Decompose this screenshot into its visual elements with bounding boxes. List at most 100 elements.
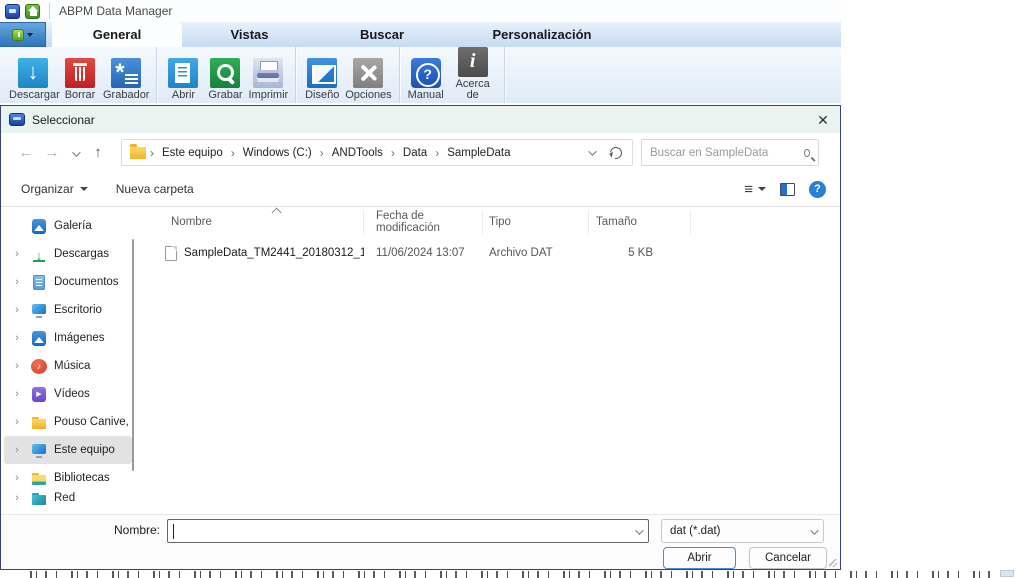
- diseno-button[interactable]: Diseño: [301, 58, 343, 101]
- tab-list: GeneralVistasBuscarPersonalización: [52, 22, 637, 47]
- ribbon-button-label: Acerca de: [449, 79, 497, 101]
- table-row[interactable]: SampleData_TM2441_20180312_103004.dat11/…: [141, 240, 840, 266]
- sidebar-item-este-equipo[interactable]: › Este equipo: [4, 436, 132, 464]
- breadcrumb-item-data[interactable]: Data: [397, 143, 433, 163]
- home-icon[interactable]: [25, 4, 40, 19]
- breadcrumb-item-windows-c[interactable]: Windows (C:): [237, 143, 318, 163]
- back-button[interactable]: ←: [13, 144, 39, 161]
- grabar-button[interactable]: Grabar: [204, 58, 246, 101]
- sidebar-item-descargas[interactable]: › Descargas: [4, 240, 132, 268]
- recorder-icon: [111, 58, 141, 88]
- sidebar-item-escritorio[interactable]: › Escritorio: [4, 296, 132, 324]
- abrir-button[interactable]: Abrir: [162, 58, 204, 101]
- folder-icon: [130, 147, 146, 159]
- expand-chevron-icon[interactable]: ›: [10, 304, 24, 316]
- refresh-icon[interactable]: [608, 144, 625, 161]
- new-folder-button[interactable]: Nueva carpeta: [116, 182, 194, 196]
- expand-chevron-icon[interactable]: ›: [10, 492, 24, 504]
- chevron-down-icon: [27, 33, 33, 37]
- chevron-down-icon[interactable]: [635, 526, 643, 534]
- ribbon-button-label: Grabar: [208, 90, 242, 101]
- background-window-scrollbar-fragment: [1000, 570, 1014, 577]
- tab-personalizacion[interactable]: Personalización: [447, 22, 637, 47]
- resize-grip[interactable]: [829, 559, 837, 567]
- address-bar[interactable]: ›Este equipo›Windows (C:)›ANDTools›Data›…: [121, 139, 633, 166]
- breadcrumb-item-sampledata[interactable]: SampleData: [441, 143, 516, 163]
- expand-chevron-icon[interactable]: ›: [10, 472, 24, 484]
- breadcrumb-item-este-equipo[interactable]: Este equipo: [156, 143, 229, 163]
- column-header-tipo[interactable]: Tipo: [483, 210, 589, 234]
- descargar-button[interactable]: Descargar: [7, 58, 59, 101]
- expand-chevron-icon[interactable]: ›: [10, 276, 24, 288]
- sidebar-item-label: Vídeos: [54, 388, 90, 400]
- record-icon: [210, 58, 240, 88]
- expand-chevron-icon[interactable]: ›: [10, 248, 24, 260]
- recent-locations-button[interactable]: [65, 144, 85, 161]
- column-header-tamano[interactable]: Tamaño: [589, 210, 691, 234]
- sidebar-item-label: Descargas: [54, 248, 109, 260]
- chevron-down-icon: [758, 187, 766, 191]
- column-header-nombre[interactable]: Nombre: [141, 210, 364, 234]
- ribbon-group: Abrir Grabar Imprimir: [157, 47, 296, 103]
- expand-chevron-icon[interactable]: ›: [10, 360, 24, 372]
- sidebar-item-galeria[interactable]: Galería: [4, 212, 132, 240]
- breadcrumb-chevron-icon: ›: [433, 146, 441, 160]
- address-dropdown-icon[interactable]: [588, 147, 596, 155]
- grabador-button[interactable]: Grabador: [101, 58, 151, 101]
- sidebar-item-videos[interactable]: › Vídeos: [4, 380, 132, 408]
- help-icon[interactable]: ?: [809, 181, 826, 198]
- command-bar-right: ≡ ?: [744, 181, 826, 198]
- ribbon-button-label: Imprimir: [248, 90, 288, 101]
- sidebar-item-label: Bibliotecas: [54, 472, 110, 484]
- sidebar-item-musica[interactable]: ›Música: [4, 352, 132, 380]
- sidebar-item-label: Este equipo: [54, 444, 115, 456]
- sidebar-item-pouso-canive[interactable]: ›Pouso Canive,: [4, 408, 132, 436]
- options-icon: [353, 58, 383, 88]
- borrar-button[interactable]: Borrar: [59, 58, 101, 101]
- column-header-fecha-de-modificacion[interactable]: Fecha de modificación: [364, 210, 483, 234]
- manual-button[interactable]: Manual: [405, 58, 447, 101]
- print-icon: [253, 58, 283, 88]
- sidebar-item-label: Escritorio: [54, 304, 102, 316]
- app-title: ABPM Data Manager: [59, 4, 172, 18]
- sidebar-item-bibliotecas[interactable]: › Bibliotecas: [4, 464, 132, 492]
- acerca-de-button[interactable]: Acerca de: [447, 47, 499, 101]
- cancel-button[interactable]: Cancelar: [749, 547, 827, 569]
- tab-buscar[interactable]: Buscar: [317, 22, 447, 47]
- view-mode-button[interactable]: ≡: [744, 181, 766, 198]
- dialog-app-icon: [9, 113, 25, 126]
- tab-vistas[interactable]: Vistas: [182, 22, 317, 47]
- close-icon[interactable]: ✕: [814, 111, 832, 129]
- chevron-down-icon: [80, 187, 88, 191]
- sidebar-scrollbar[interactable]: [132, 239, 135, 471]
- tab-general[interactable]: General: [52, 22, 182, 47]
- expand-chevron-icon[interactable]: ›: [10, 388, 24, 400]
- dialog-footer: Nombre: dat (*.dat) Abrir Cancelar: [1, 514, 840, 569]
- breadcrumb-item-andtools[interactable]: ANDTools: [326, 143, 389, 163]
- app-titlebar: ABPM Data Manager: [0, 0, 841, 22]
- opciones-button[interactable]: Opciones: [343, 58, 393, 101]
- forward-button[interactable]: →: [39, 144, 65, 161]
- videos-icon: [31, 387, 47, 402]
- ribbon-button-label: Abrir: [172, 90, 195, 101]
- filename-input[interactable]: [172, 525, 626, 537]
- expand-chevron-icon[interactable]: ›: [10, 444, 24, 456]
- open-button[interactable]: Abrir: [663, 547, 736, 569]
- breadcrumb: ›Este equipo›Windows (C:)›ANDTools›Data›…: [148, 143, 517, 163]
- file-rows: SampleData_TM2441_20180312_103004.dat11/…: [135, 240, 840, 266]
- screen: ABPM Data Manager GeneralVistasBuscarPer…: [0, 0, 1024, 578]
- expand-chevron-icon[interactable]: ›: [10, 416, 24, 428]
- up-button[interactable]: ↑: [85, 144, 111, 161]
- quick-access-button[interactable]: [0, 22, 46, 47]
- organize-button[interactable]: Organizar: [21, 182, 88, 196]
- expand-chevron-icon[interactable]: ›: [10, 332, 24, 344]
- sidebar-item-red[interactable]: ›Red: [4, 492, 132, 512]
- imprimir-button[interactable]: Imprimir: [246, 58, 290, 101]
- sidebar-item-imagenes[interactable]: ›Imágenes: [4, 324, 132, 352]
- filetype-select[interactable]: dat (*.dat): [661, 519, 824, 543]
- search-input[interactable]: [650, 147, 804, 159]
- preview-pane-icon[interactable]: [780, 183, 795, 196]
- sidebar-item-documentos[interactable]: ›Documentos: [4, 268, 132, 296]
- breadcrumb-chevron-icon: ›: [148, 146, 156, 160]
- music-icon: [31, 359, 47, 374]
